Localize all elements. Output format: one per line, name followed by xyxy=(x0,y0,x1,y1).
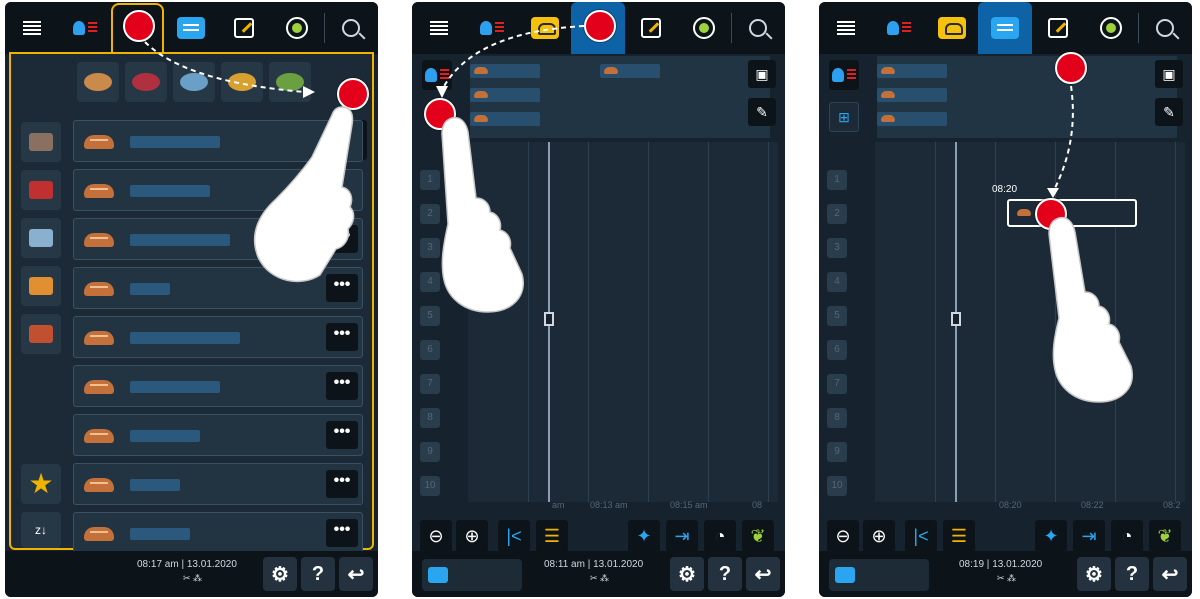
hand-pointer-icon xyxy=(441,116,524,313)
hand-pointer-icon xyxy=(253,106,355,283)
panel-recipe-list: ••• ••• ••• ••• ••• ••• ••• ★ z↓ 08:17 a… xyxy=(5,2,378,597)
panel-planning-placed: ⊞ ▣ ✎ 08:20 1 2 3 4 5 6 7 8 9 10 08:20 0… xyxy=(819,2,1192,597)
gesture-path xyxy=(144,41,315,98)
panel-planning-empty: ▣ ✎ 1 2 3 4 5 6 7 8 9 10 am 08:13 am 08:… xyxy=(412,2,785,597)
hand-pointer-icon xyxy=(1048,216,1133,403)
